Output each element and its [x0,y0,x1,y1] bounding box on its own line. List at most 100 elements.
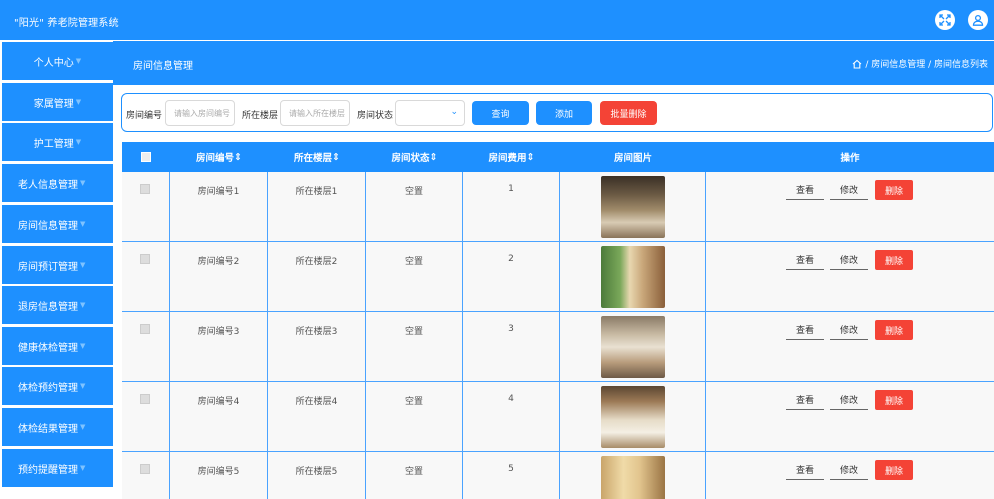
sidebar-item-elderly-info[interactable]: 老人信息管理 ▼ [2,164,113,202]
actions-cell: 查看 修改 删除 [706,242,994,312]
room-image[interactable] [601,456,665,499]
room-no-cell: 房间编号3 [170,312,268,382]
edit-button[interactable]: 修改 [830,390,868,410]
floor: 所在楼层5 [295,467,338,477]
breadcrumb-path[interactable]: / 房间信息管理 / 房间信息列表 [865,57,988,70]
header-fee[interactable]: 房间费用 ⇕ [463,142,560,172]
floor-input[interactable]: 请输入所在楼层 [280,100,350,126]
app-title: "阳光" 养老院管理系统 [14,18,119,29]
edit-button[interactable]: 修改 [830,180,868,200]
view-button[interactable]: 查看 [786,250,824,270]
sidebar-item-family[interactable]: 家属管理 ▼ [2,83,113,121]
add-button[interactable]: 添加 [536,101,592,125]
room-no-label: 房间编号 [126,111,163,121]
select-all-cell [122,142,170,172]
view-button[interactable]: 查看 [786,460,824,480]
sidebar-item-label: 家属管理 [33,98,74,110]
search-panel: 房间编号 请输入房间编号 所在楼层 请输入所在楼层 房间状态 ⌄ 查询 添加 批… [121,93,993,132]
user-icon[interactable] [968,10,988,30]
batch-delete-button[interactable]: 批量删除 [600,101,657,125]
caret-down-icon: ▼ [80,220,86,228]
floor: 所在楼层1 [295,187,338,197]
delete-button[interactable]: 删除 [875,390,913,410]
row-checkbox[interactable] [140,184,150,194]
sidebar-item-check-appointment[interactable]: 体检预约管理 ▼ [2,367,113,405]
room-no: 房间编号4 [197,397,240,407]
edit-button[interactable]: 修改 [830,460,868,480]
status: 空置 [404,467,423,477]
room-image[interactable] [601,176,665,238]
fee-cell: 4 [463,382,560,452]
image-cell [560,382,706,452]
edit-button[interactable]: 修改 [830,320,868,340]
delete-button[interactable]: 删除 [875,460,913,480]
floor-label: 所在楼层 [242,111,279,121]
sidebar-item-label: 体检结果管理 [18,423,78,435]
checkbox-cell [122,242,170,312]
floor-cell: 所在楼层5 [268,452,366,499]
delete-button[interactable]: 删除 [875,180,913,200]
caret-down-icon: ▼ [75,98,82,106]
row-checkbox[interactable] [140,324,150,334]
top-bar: "阳光" 养老院管理系统 [0,0,994,40]
caret-down-icon: ▼ [75,138,82,146]
sidebar-item-checkout[interactable]: 退房信息管理 ▼ [2,286,113,324]
home-icon[interactable] [852,59,862,69]
sidebar-item-room-booking[interactable]: 房间预订管理 ▼ [2,246,113,284]
room-no-input[interactable]: 请输入房间编号 [165,100,235,126]
fee: 2 [508,254,514,264]
checkbox-cell [122,452,170,499]
sidebar-item-personal-center[interactable]: 个人中心 ▼ [2,42,113,80]
sidebar-item-label: 退房信息管理 [18,301,78,313]
header-status[interactable]: 房间状态 ⇕ [366,142,463,172]
sidebar-item-label: 预约提醒管理 [18,464,78,476]
fee-cell: 1 [463,172,560,242]
row-checkbox[interactable] [140,254,150,264]
sort-icon: ⇕ [526,151,535,163]
row-checkbox[interactable] [140,394,150,404]
query-button[interactable]: 查询 [472,101,529,125]
sort-icon: ⇕ [234,151,242,163]
select-all-checkbox[interactable] [141,152,151,162]
status-cell: 空置 [366,242,463,312]
floor: 所在楼层3 [295,327,338,337]
sidebar-item-label: 体检预约管理 [18,382,78,394]
room-no: 房间编号3 [197,327,240,337]
sidebar-item-health-check[interactable]: 健康体检管理 ▼ [2,327,113,365]
sort-icon: ⇕ [332,151,340,163]
caret-down-icon: ▼ [80,261,86,269]
expand-icon[interactable] [935,10,955,30]
view-button[interactable]: 查看 [786,390,824,410]
status-cell: 空置 [366,312,463,382]
chevron-down-icon: ⌄ [450,107,458,117]
fee-cell: 2 [463,242,560,312]
header-floor[interactable]: 所在楼层 ⇕ [268,142,366,172]
view-button[interactable]: 查看 [786,180,824,200]
sidebar-item-label: 房间信息管理 [18,220,78,232]
header-actions: 操作 [706,142,994,172]
header-room-no[interactable]: 房间编号 ⇕ [170,142,268,172]
floor-cell: 所在楼层4 [268,382,366,452]
row-checkbox[interactable] [140,464,150,474]
delete-button[interactable]: 删除 [875,250,913,270]
breadcrumb: / 房间信息管理 / 房间信息列表 [852,57,988,70]
edit-button[interactable]: 修改 [830,250,868,270]
caret-down-icon: ▼ [80,464,86,472]
header-image: 房间图片 [560,142,706,172]
sidebar-item-reminders[interactable]: 预约提醒管理 ▼ [2,449,113,487]
status-select[interactable]: ⌄ [395,100,465,126]
delete-button[interactable]: 删除 [875,320,913,340]
view-button[interactable]: 查看 [786,320,824,340]
room-image[interactable] [601,316,665,378]
sidebar-item-room-info[interactable]: 房间信息管理 ▼ [2,205,113,243]
sidebar: 个人中心 ▼ 家属管理 ▼ 护工管理 ▼ 老人信息管理 ▼ 房间信息管理 ▼ 房间预订管理… [0,40,113,499]
sidebar-item-check-result[interactable]: 体检结果管理 ▼ [2,408,113,446]
room-image[interactable] [601,386,665,448]
sidebar-item-caregivers[interactable]: 护工管理 ▼ [2,123,113,161]
fee: 5 [508,464,514,474]
caret-down-icon: ▼ [80,301,86,309]
floor-cell: 所在楼层3 [268,312,366,382]
sidebar-item-label: 个人中心 [33,57,74,69]
header-label: 房间状态 [391,153,430,164]
room-image[interactable] [601,246,665,308]
